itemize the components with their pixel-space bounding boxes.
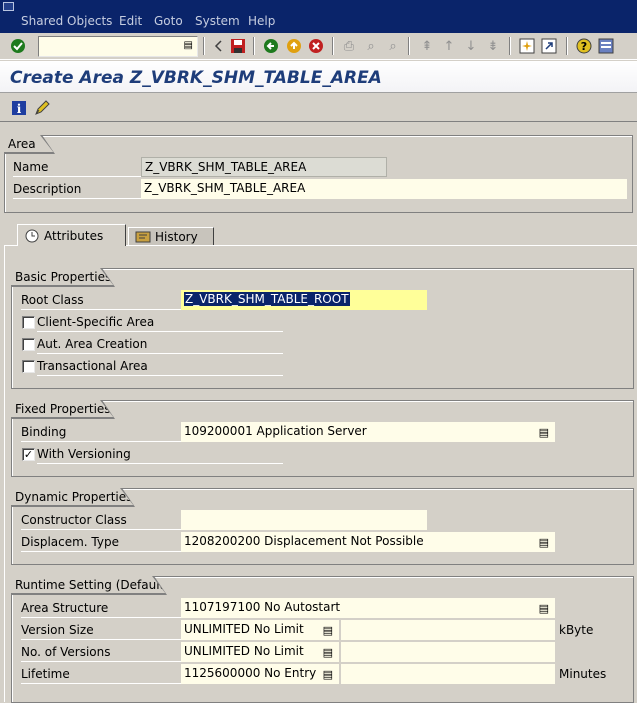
previous-page-icon[interactable]: ↑: [440, 37, 458, 55]
fixed-properties-title: Fixed Properties: [11, 400, 114, 418]
no-of-versions-amount-field[interactable]: [341, 642, 555, 662]
enter-icon[interactable]: [9, 37, 27, 55]
menu-edit[interactable]: Edit: [119, 14, 142, 28]
svg-text:i: i: [17, 102, 22, 116]
toolbar-separator: [566, 37, 568, 55]
no-of-versions-field[interactable]: UNLIMITED No Limit ▤: [181, 642, 339, 662]
runtime-setting-title: Runtime Setting (Default): [11, 576, 166, 594]
lifetime-amount-field[interactable]: [341, 664, 555, 684]
version-size-unit: kByte: [559, 623, 594, 637]
title-bar: Create Area Z_VBRK_SHM_TABLE_AREA: [0, 61, 637, 93]
svg-text:?: ?: [581, 40, 587, 53]
menu-bar: Shared Objects Edit Goto System Help: [0, 0, 637, 33]
tab-history[interactable]: History: [128, 227, 214, 245]
find-next-icon[interactable]: ⌕: [384, 37, 402, 55]
dropdown-icon[interactable]: ▤: [323, 643, 333, 662]
toolbar-separator: [203, 37, 205, 55]
toolbar-separator: [332, 37, 334, 55]
constructor-class-field[interactable]: [181, 510, 427, 530]
clock-icon: [24, 229, 40, 243]
transactional-area-label: Transactional Area: [37, 356, 283, 376]
create-session-icon[interactable]: [518, 37, 536, 55]
find-icon[interactable]: ⌕: [362, 37, 380, 55]
binding-field[interactable]: 109200001 Application Server ▤: [181, 422, 555, 442]
name-field: Z_VBRK_SHM_TABLE_AREA: [141, 157, 387, 177]
area-structure-value: 1107197100 No Autostart: [184, 600, 341, 614]
runtime-setting-groupbox: Runtime Setting (Default) Area Structure…: [11, 576, 634, 703]
version-size-amount-field[interactable]: [341, 620, 555, 640]
page-title: Create Area Z_VBRK_SHM_TABLE_AREA: [10, 68, 382, 88]
command-field[interactable]: ▤: [38, 36, 198, 57]
toolbar-separator: [408, 37, 410, 55]
info-icon[interactable]: i: [10, 99, 28, 117]
aut-area-creation-checkbox[interactable]: [22, 338, 35, 351]
displacement-type-value: 1208200200 Displacement Not Possible: [184, 534, 424, 548]
back-icon[interactable]: [262, 37, 280, 55]
area-group-title: Area: [4, 135, 54, 153]
description-field[interactable]: Z_VBRK_SHM_TABLE_AREA: [141, 179, 627, 199]
area-structure-field[interactable]: 1107197100 No Autostart ▤: [181, 598, 555, 618]
client-specific-label: Client-Specific Area: [37, 312, 283, 332]
client-specific-checkbox[interactable]: [22, 316, 35, 329]
layout-icon[interactable]: [597, 37, 615, 55]
name-label: Name: [13, 157, 143, 177]
help-icon[interactable]: ?: [575, 37, 593, 55]
tab-attributes-label: Attributes: [44, 228, 104, 243]
dropdown-icon[interactable]: ▤: [323, 665, 333, 684]
last-page-icon[interactable]: ⇟: [484, 37, 502, 55]
basic-properties-groupbox: Basic Properties Root Class Z_VBRK_SHM_T…: [11, 268, 634, 389]
save-icon[interactable]: [229, 37, 247, 55]
dropdown-icon[interactable]: ▤: [539, 533, 549, 552]
edit-pencil-icon[interactable]: [34, 99, 52, 117]
exit-icon[interactable]: [285, 37, 303, 55]
displacement-type-field[interactable]: 1208200200 Displacement Not Possible ▤: [181, 532, 555, 552]
transactional-area-checkbox[interactable]: [22, 360, 35, 373]
cancel-icon[interactable]: [307, 37, 325, 55]
first-page-icon[interactable]: ⇞: [418, 37, 436, 55]
with-versioning-label: With Versioning: [37, 444, 283, 464]
dynamic-properties-title: Dynamic Properties: [11, 488, 134, 506]
dropdown-icon[interactable]: ▤: [184, 40, 193, 51]
lifetime-field[interactable]: 1125600000 No Entry ▤: [181, 664, 339, 684]
back-arrow-icon[interactable]: [209, 37, 227, 55]
tab-panel: Basic Properties Root Class Z_VBRK_SHM_T…: [4, 245, 637, 703]
dropdown-icon[interactable]: ▤: [539, 599, 549, 618]
shortcut-icon[interactable]: [540, 37, 558, 55]
application-toolbar: i: [0, 94, 637, 122]
version-size-value: UNLIMITED No Limit: [184, 622, 304, 636]
menu-goto[interactable]: Goto: [154, 14, 183, 28]
description-label: Description: [13, 179, 143, 199]
toolbar-separator: [509, 37, 511, 55]
history-icon: [135, 230, 151, 244]
with-versioning-checkbox[interactable]: ✓: [22, 448, 35, 461]
binding-value: 109200001 Application Server: [184, 424, 367, 438]
menu-system[interactable]: System: [195, 14, 240, 28]
toolbar-separator: [253, 37, 255, 55]
root-class-field[interactable]: Z_VBRK_SHM_TABLE_ROOT: [181, 290, 427, 310]
lifetime-value: 1125600000 No Entry: [184, 666, 317, 680]
basic-properties-title: Basic Properties: [11, 268, 114, 286]
menu-shared-objects[interactable]: Shared Objects: [21, 14, 112, 28]
dropdown-icon[interactable]: ▤: [539, 423, 549, 442]
area-groupbox: Area Name Z_VBRK_SHM_TABLE_AREA Descript…: [4, 135, 633, 213]
next-page-icon[interactable]: ↓: [462, 37, 480, 55]
print-icon[interactable]: ⎙: [340, 37, 358, 55]
tab-history-label: History: [155, 229, 198, 244]
lifetime-unit: Minutes: [559, 667, 607, 681]
root-class-value: Z_VBRK_SHM_TABLE_ROOT: [184, 292, 350, 306]
version-size-field[interactable]: UNLIMITED No Limit ▤: [181, 620, 339, 640]
dropdown-icon[interactable]: ▤: [323, 621, 333, 640]
system-menu-icon[interactable]: [3, 2, 14, 11]
aut-area-creation-label: Aut. Area Creation: [37, 334, 283, 354]
no-of-versions-value: UNLIMITED No Limit: [184, 644, 304, 658]
menu-help[interactable]: Help: [248, 14, 275, 28]
dynamic-properties-groupbox: Dynamic Properties Constructor Class Dis…: [11, 488, 634, 565]
fixed-properties-groupbox: Fixed Properties Binding 109200001 Appli…: [11, 400, 634, 477]
tab-attributes[interactable]: Attributes: [17, 224, 126, 246]
